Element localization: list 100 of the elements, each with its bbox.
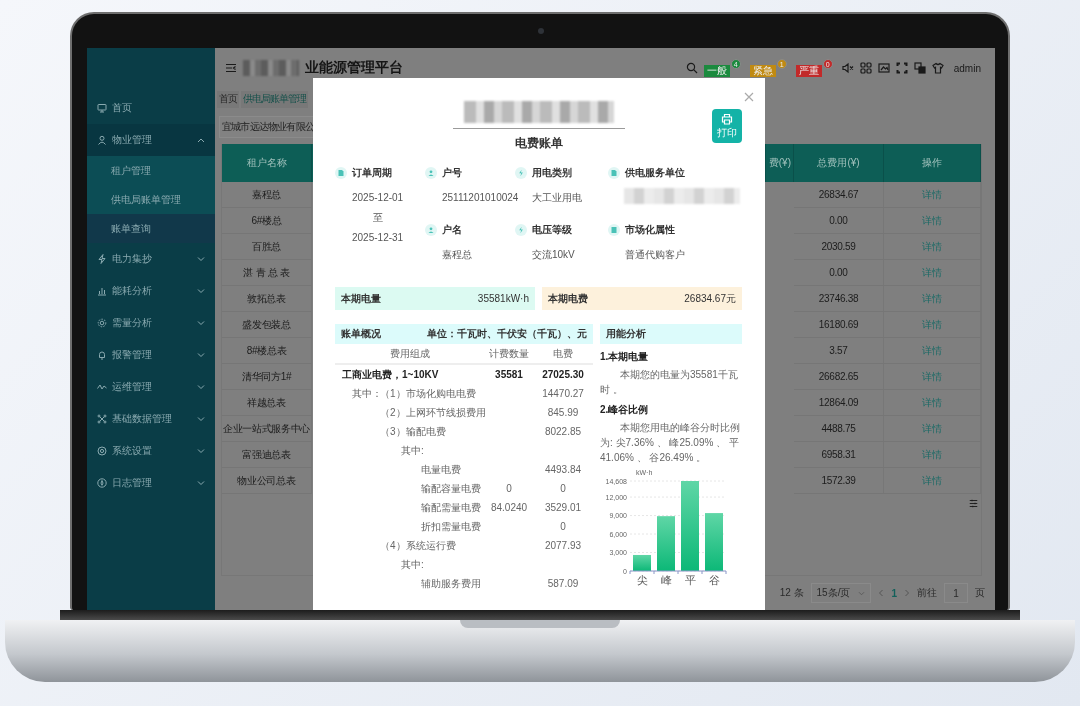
alert-badge[interactable]: 一般: [703, 65, 730, 77]
sidebar-item[interactable]: 运维管理: [87, 371, 215, 403]
table-cell: 0.00: [794, 260, 884, 286]
target-icon: [97, 446, 107, 456]
section-title: 账单概况: [341, 327, 381, 341]
table-cell: 3.57: [794, 338, 884, 364]
summary-value: 26834.67元: [684, 291, 736, 306]
fee-value: 14470.27: [542, 388, 584, 399]
fee-item-label: （2）上网环节线损费用: [380, 405, 486, 420]
fee-item-label: （1）市场化购电电费: [380, 386, 476, 401]
table-cell: 富强迪总表: [222, 442, 312, 468]
table-cell: 企业一站式服务中心: [222, 416, 312, 442]
category-label: 平: [684, 574, 696, 586]
camera-lens: [538, 28, 544, 34]
chevron-icon: [197, 448, 205, 454]
field-label: 户号: [442, 166, 462, 180]
table-cell: 百胜总: [222, 234, 312, 260]
alert-badge[interactable]: 严重: [795, 65, 822, 77]
column-settings-icon[interactable]: [969, 499, 978, 508]
row-prefix: 其中：: [352, 387, 382, 399]
fee-item-label: 辅助服务费用: [421, 576, 481, 591]
column-header: 费(¥): [766, 144, 794, 182]
image-icon[interactable]: [877, 62, 890, 74]
summary-label: 本期电费: [548, 291, 588, 306]
menu-icon[interactable]: [225, 62, 237, 74]
fee-item-label: （4）系统运行费: [380, 538, 456, 553]
field-value: 2025-12-01: [352, 191, 404, 205]
summary-value: 35581kW·h: [477, 293, 529, 304]
table-cell: 23746.38: [794, 286, 884, 312]
network-icon: [97, 414, 107, 424]
fee-item-label: 其中:: [401, 443, 424, 458]
unit-note: 单位：千瓦时、千伏安（千瓦）、元: [427, 327, 587, 341]
table-cell: 1572.39: [794, 468, 884, 494]
sidebar-item[interactable]: 物业管理: [87, 124, 215, 156]
category-label: 峰: [660, 574, 672, 586]
person-icon: [97, 135, 107, 145]
shirt-icon[interactable]: [931, 62, 944, 74]
field-value: 嘉程总: [442, 248, 472, 262]
user-name[interactable]: admin: [953, 62, 981, 74]
table-cell: 2030.59: [794, 234, 884, 260]
chevron-icon: [197, 137, 205, 143]
fee-item-label: 工商业电费，1~10KV: [342, 367, 439, 382]
page-size-select[interactable]: 15条/页: [810, 583, 872, 603]
column-header: 费用组成: [390, 347, 430, 359]
apps-grid-icon[interactable]: [859, 62, 872, 74]
fee-item-label: 输配容量电费: [421, 481, 481, 496]
search-icon[interactable]: [685, 62, 698, 74]
analysis-text: 本期您用电的峰谷分时比例为: 尖7.36% 、 峰25.09% 、 平41.06% 、 谷26.49% 。: [600, 421, 741, 465]
table-cell: 16180.69: [794, 312, 884, 338]
bell-icon: [97, 350, 107, 360]
table-cell: 湛 青 总 表: [222, 260, 312, 286]
quantity-value: 0: [506, 483, 512, 494]
field-value: 2025-12-31: [352, 231, 404, 245]
translate-icon[interactable]: [913, 62, 926, 74]
speaker-muted-icon[interactable]: [841, 62, 854, 74]
sidebar-item[interactable]: 报警管理: [87, 339, 215, 371]
table-cell: 嘉程总: [222, 182, 312, 208]
sidebar-item[interactable]: 电力集抄: [87, 243, 215, 275]
caret-icon: [858, 590, 866, 596]
fee-value: 8022.85: [544, 426, 582, 437]
sidebar-item[interactable]: 能耗分析: [87, 275, 215, 307]
analysis-text: 本期您的电量为35581千瓦时 。: [600, 368, 739, 397]
fee-value: 0: [560, 521, 566, 532]
field-value: 25111201010024: [442, 191, 519, 205]
table-cell: 6#楼总: [222, 208, 312, 234]
fee-value: 587.09: [547, 578, 579, 589]
sidebar-subitem[interactable]: 账单查询: [87, 214, 215, 243]
sidebar-item[interactable]: 基础数据管理: [87, 403, 215, 435]
total-count: 12 条: [779, 586, 804, 600]
column-header: 电费: [553, 347, 573, 359]
sidebar-subitem[interactable]: 租户管理: [87, 156, 215, 185]
bolt-icon: [97, 254, 107, 264]
field-label: 供电服务单位: [625, 166, 685, 180]
sidebar-item[interactable]: 日志管理: [87, 467, 215, 499]
goto-label: 前往: [917, 586, 937, 600]
pulse-icon: [97, 382, 107, 392]
page-input[interactable]: 1: [944, 583, 968, 603]
alert-badge[interactable]: 紧急: [749, 65, 776, 77]
breadcrumb-tab[interactable]: 首页: [217, 90, 239, 108]
sidebar-item[interactable]: 需量分析: [87, 307, 215, 339]
chevron-icon: [197, 416, 205, 422]
table-cell: 12864.09: [794, 390, 884, 416]
field-label: 用电类别: [532, 166, 572, 180]
summary-label: 本期电量: [341, 291, 381, 306]
table-cell: 8#楼总表: [222, 338, 312, 364]
chevron-icon: [197, 256, 205, 262]
gear-icon: [97, 318, 107, 328]
field-value: 普通代购客户: [625, 248, 685, 262]
breadcrumb-tab[interactable]: 供电局账单管理: [241, 90, 308, 108]
fullscreen-icon[interactable]: [895, 62, 908, 74]
sidebar-item[interactable]: 系统设置: [87, 435, 215, 467]
sidebar-subitem[interactable]: 供电局账单管理: [87, 185, 215, 214]
redaction-blur: [243, 60, 299, 76]
sidebar-item[interactable]: 首页: [87, 92, 215, 124]
table-cell: 26682.65: [794, 364, 884, 390]
table-cell: 6958.31: [794, 442, 884, 468]
print-button[interactable]: 打印: [712, 109, 742, 143]
field-value: 大工业用电: [532, 191, 582, 205]
fee-item-label: 折扣需量电费: [421, 519, 481, 534]
section-title: 用能分析: [606, 327, 646, 341]
